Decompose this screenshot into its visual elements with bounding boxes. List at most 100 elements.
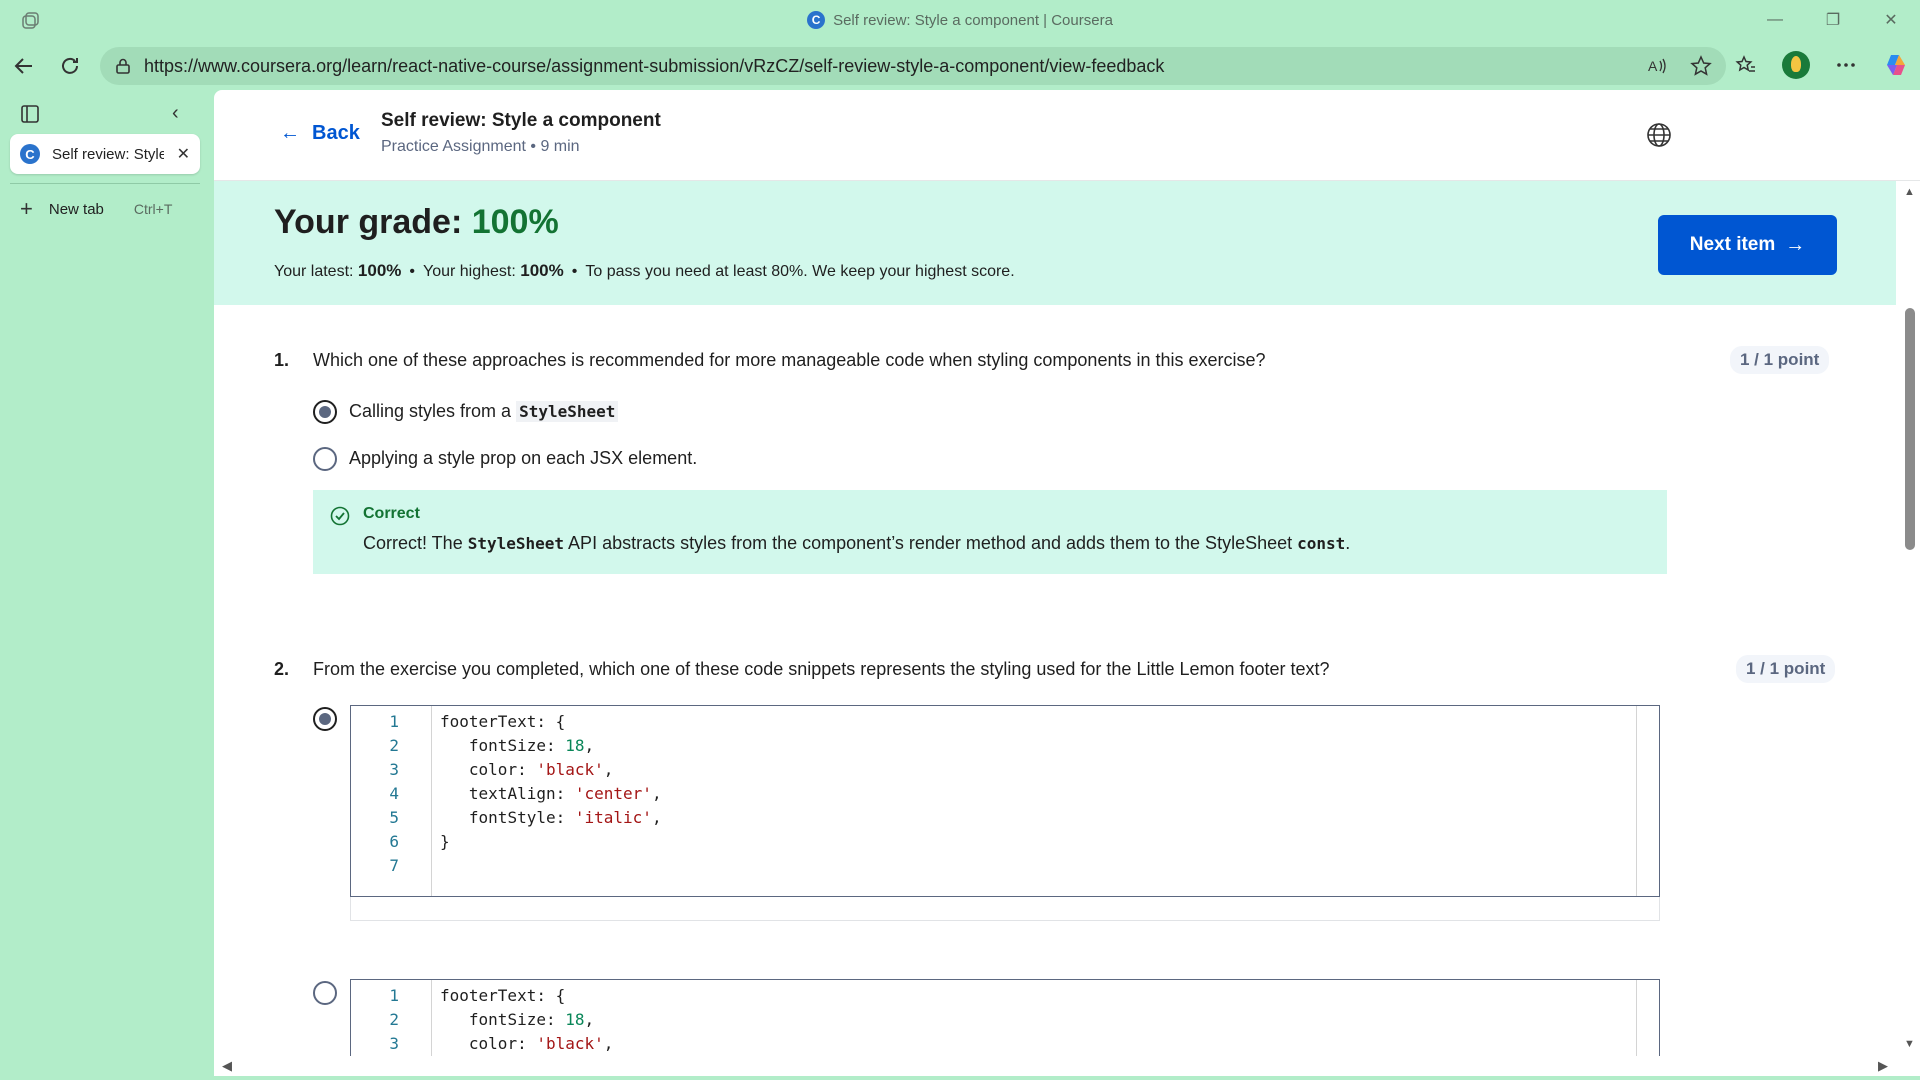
line-number: 3 [389, 760, 399, 779]
workspaces-icon[interactable] [20, 11, 40, 31]
latest-value: 100% [357, 261, 402, 280]
option-text: Calling styles from a [349, 401, 517, 421]
code-line: 3 color: 'black', [351, 760, 1659, 784]
code-line: 7 [351, 856, 1659, 880]
tabs-icon[interactable] [20, 104, 40, 124]
back-link[interactable]: ← Back [280, 122, 360, 145]
browser-extensions [1730, 49, 1912, 81]
code-text: } [440, 832, 450, 851]
points-badge: 1 / 1 point [1736, 655, 1836, 683]
close-window-button[interactable]: ✕ [1862, 0, 1920, 40]
radio-option-selected[interactable] [313, 400, 337, 424]
scroll-up-arrow-icon[interactable]: ▲ [1904, 186, 1915, 198]
code-text: textAlign: 'center', [468, 784, 662, 803]
tab-label: Self review: Style a component [52, 145, 164, 163]
code-snippet-1[interactable]: 1 footerText: {2 fontSize: 18, 3 color: 'b… [350, 705, 1660, 897]
code-line: 3 color: 'black', [351, 1034, 1659, 1058]
vertical-tabs-sidebar: ‹ C Self review: Style a component ✕ + N… [0, 90, 210, 1080]
feedback-code: StyleSheet [467, 534, 565, 553]
grade-details: Your latest: 100% • Your highest: 100% • To … [274, 261, 1015, 280]
close-tab-icon[interactable]: ✕ [177, 144, 190, 164]
reload-icon[interactable] [54, 50, 86, 82]
next-item-button[interactable]: Next item → [1658, 215, 1837, 275]
page-vertical-scrollbar[interactable]: ▲ ▼ [1900, 186, 1920, 1052]
line-number: 7 [389, 856, 399, 875]
question-number: 2. [274, 659, 290, 679]
favorites-icon[interactable] [1730, 49, 1762, 81]
url-text[interactable]: https://www.coursera.org/learn/react-nat… [144, 56, 1164, 77]
scroll-left-arrow-icon[interactable]: ◀ [222, 1058, 232, 1074]
code-text: footerText: { [440, 712, 566, 731]
page-title: Self review: Style a component [381, 110, 661, 131]
option-label[interactable]: Calling styles from a StyleSheet [349, 401, 619, 422]
page-header: ← Back Self review: Style a component Pr… [214, 90, 1920, 181]
line-number: 2 [389, 1010, 399, 1029]
feedback-text-part: Correct! The [363, 533, 468, 553]
more-icon[interactable] [1830, 49, 1862, 81]
option-code: StyleSheet [516, 401, 619, 422]
code-line: 6} [351, 832, 1659, 856]
new-tab-label: New tab [48, 200, 104, 218]
title-bar: C Self review: Style a component | Cours… [0, 0, 1920, 40]
scroll-down-arrow-icon[interactable]: ▼ [1904, 1038, 1915, 1050]
code-text: color: 'black', [468, 760, 614, 779]
line-number: 4 [389, 784, 399, 803]
page-subtitle: Practice Assignment • 9 min [381, 138, 580, 155]
sidebar-top: ‹ [0, 90, 210, 134]
feedback-code: const [1297, 534, 1346, 553]
highest-label: Your highest: [423, 263, 521, 280]
copilot-icon[interactable] [1880, 49, 1912, 81]
radio-option[interactable] [313, 981, 337, 1005]
profile-avatar[interactable] [1780, 49, 1812, 81]
code-horizontal-scrollbar[interactable] [350, 897, 1660, 921]
highest-value: 100% [520, 261, 564, 280]
svg-text:A: A [1648, 58, 1658, 74]
tab-self-review[interactable]: C Self review: Style a component ✕ [10, 134, 200, 174]
grade-value: 100% [471, 203, 559, 241]
question-text: From the exercise you completed, which o… [313, 659, 1330, 679]
back-label: Back [312, 122, 360, 144]
code-line: 1 footerText: { [351, 986, 1659, 1010]
code-line: 4 textAlign: 'center', [351, 784, 1659, 808]
page-horizontal-scrollbar[interactable]: ◀ ▶ [214, 1056, 1920, 1076]
new-tab-button[interactable]: + New tab Ctrl+T [0, 194, 210, 224]
coursera-favicon-icon: C [20, 144, 40, 164]
radio-option[interactable] [313, 447, 337, 471]
line-number: 1 [389, 986, 399, 1005]
question-number: 1. [274, 350, 290, 370]
read-aloud-icon[interactable]: A [1646, 55, 1668, 77]
grade-banner: Your grade: 100% Your latest: 100% • Your … [214, 181, 1896, 305]
line-number: 6 [389, 832, 399, 851]
collapse-sidebar-icon[interactable]: ‹ [172, 102, 179, 125]
option-label[interactable]: Applying a style prop on each JSX elemen… [349, 448, 697, 469]
code-line: 2 fontSize: 18, [351, 736, 1659, 760]
question-text: Which one of these approaches is recomme… [313, 350, 1266, 370]
pass-note: To pass you need at least 80%. We keep y… [585, 263, 1015, 280]
page-content: ← Back Self review: Style a component Pr… [214, 90, 1920, 1076]
feedback-text-part: API abstracts styles from the component’… [564, 533, 1298, 553]
lock-icon[interactable] [114, 57, 132, 75]
new-tab-shortcut: Ctrl+T [133, 201, 173, 217]
browser-toolbar: https://www.coursera.org/learn/react-nat… [0, 44, 1920, 86]
minimize-button[interactable]: — [1746, 0, 1804, 40]
arrow-left-icon: ← [280, 122, 300, 144]
radio-option-selected[interactable] [313, 707, 337, 731]
globe-icon[interactable] [1646, 122, 1672, 148]
window-title: C Self review: Style a component | Cours… [807, 11, 1113, 29]
next-item-label: Next item [1689, 234, 1776, 255]
window-title-text: Self review: Style a component | Courser… [833, 11, 1113, 29]
favorite-star-icon[interactable] [1690, 55, 1712, 77]
code-text: color: 'black', [468, 1034, 614, 1053]
grade-label: Your grade: [274, 203, 472, 241]
code-line: 5 fontStyle: 'italic', [351, 808, 1659, 832]
coursera-favicon-icon: C [807, 11, 826, 29]
scroll-right-arrow-icon[interactable]: ▶ [1878, 1058, 1888, 1074]
feedback-title: Correct [363, 505, 420, 522]
code-line: 2 fontSize: 18, [351, 1010, 1659, 1034]
back-icon[interactable] [8, 50, 40, 82]
scrollbar-thumb[interactable] [1905, 308, 1915, 550]
address-bar-actions: A [1646, 55, 1712, 77]
check-circle-icon [330, 506, 350, 526]
restore-button[interactable]: ❐ [1804, 0, 1862, 40]
address-bar[interactable]: https://www.coursera.org/learn/react-nat… [100, 47, 1726, 85]
